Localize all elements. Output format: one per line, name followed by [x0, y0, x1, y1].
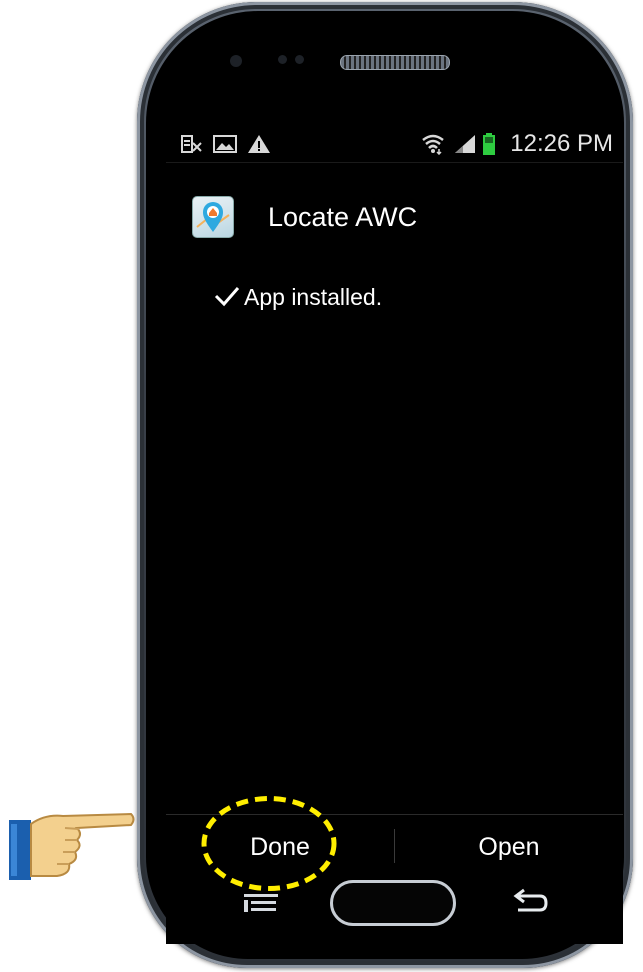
checkmark-icon: [214, 285, 240, 311]
pointing-hand-icon: [5, 788, 137, 888]
news-icon: [180, 134, 204, 154]
signal-icon: [452, 134, 478, 154]
wifi-icon: [420, 134, 446, 155]
app-name: Locate AWC: [268, 201, 418, 232]
app-header: Locate AWC: [192, 194, 417, 240]
home-button[interactable]: [330, 880, 456, 926]
install-message: App installed.: [214, 284, 382, 311]
status-time: 12:26 PM: [510, 130, 613, 157]
light-sensor: [278, 55, 287, 64]
done-highlight-circle: [201, 795, 337, 892]
warning-icon: [246, 134, 272, 154]
proximity-sensor: [230, 55, 242, 67]
install-status-text: App installed.: [244, 284, 383, 310]
status-bar: 12:26 PM: [166, 126, 623, 163]
open-button[interactable]: Open: [395, 815, 623, 880]
battery-icon: [482, 133, 496, 155]
earpiece-speaker: [340, 55, 450, 70]
back-key-icon[interactable]: [510, 888, 550, 918]
image-icon: [212, 134, 238, 154]
redaction-box: [306, 80, 481, 118]
menu-key-icon[interactable]: [242, 892, 280, 914]
locate-awc-app-icon: [192, 196, 234, 238]
front-camera: [295, 55, 304, 64]
